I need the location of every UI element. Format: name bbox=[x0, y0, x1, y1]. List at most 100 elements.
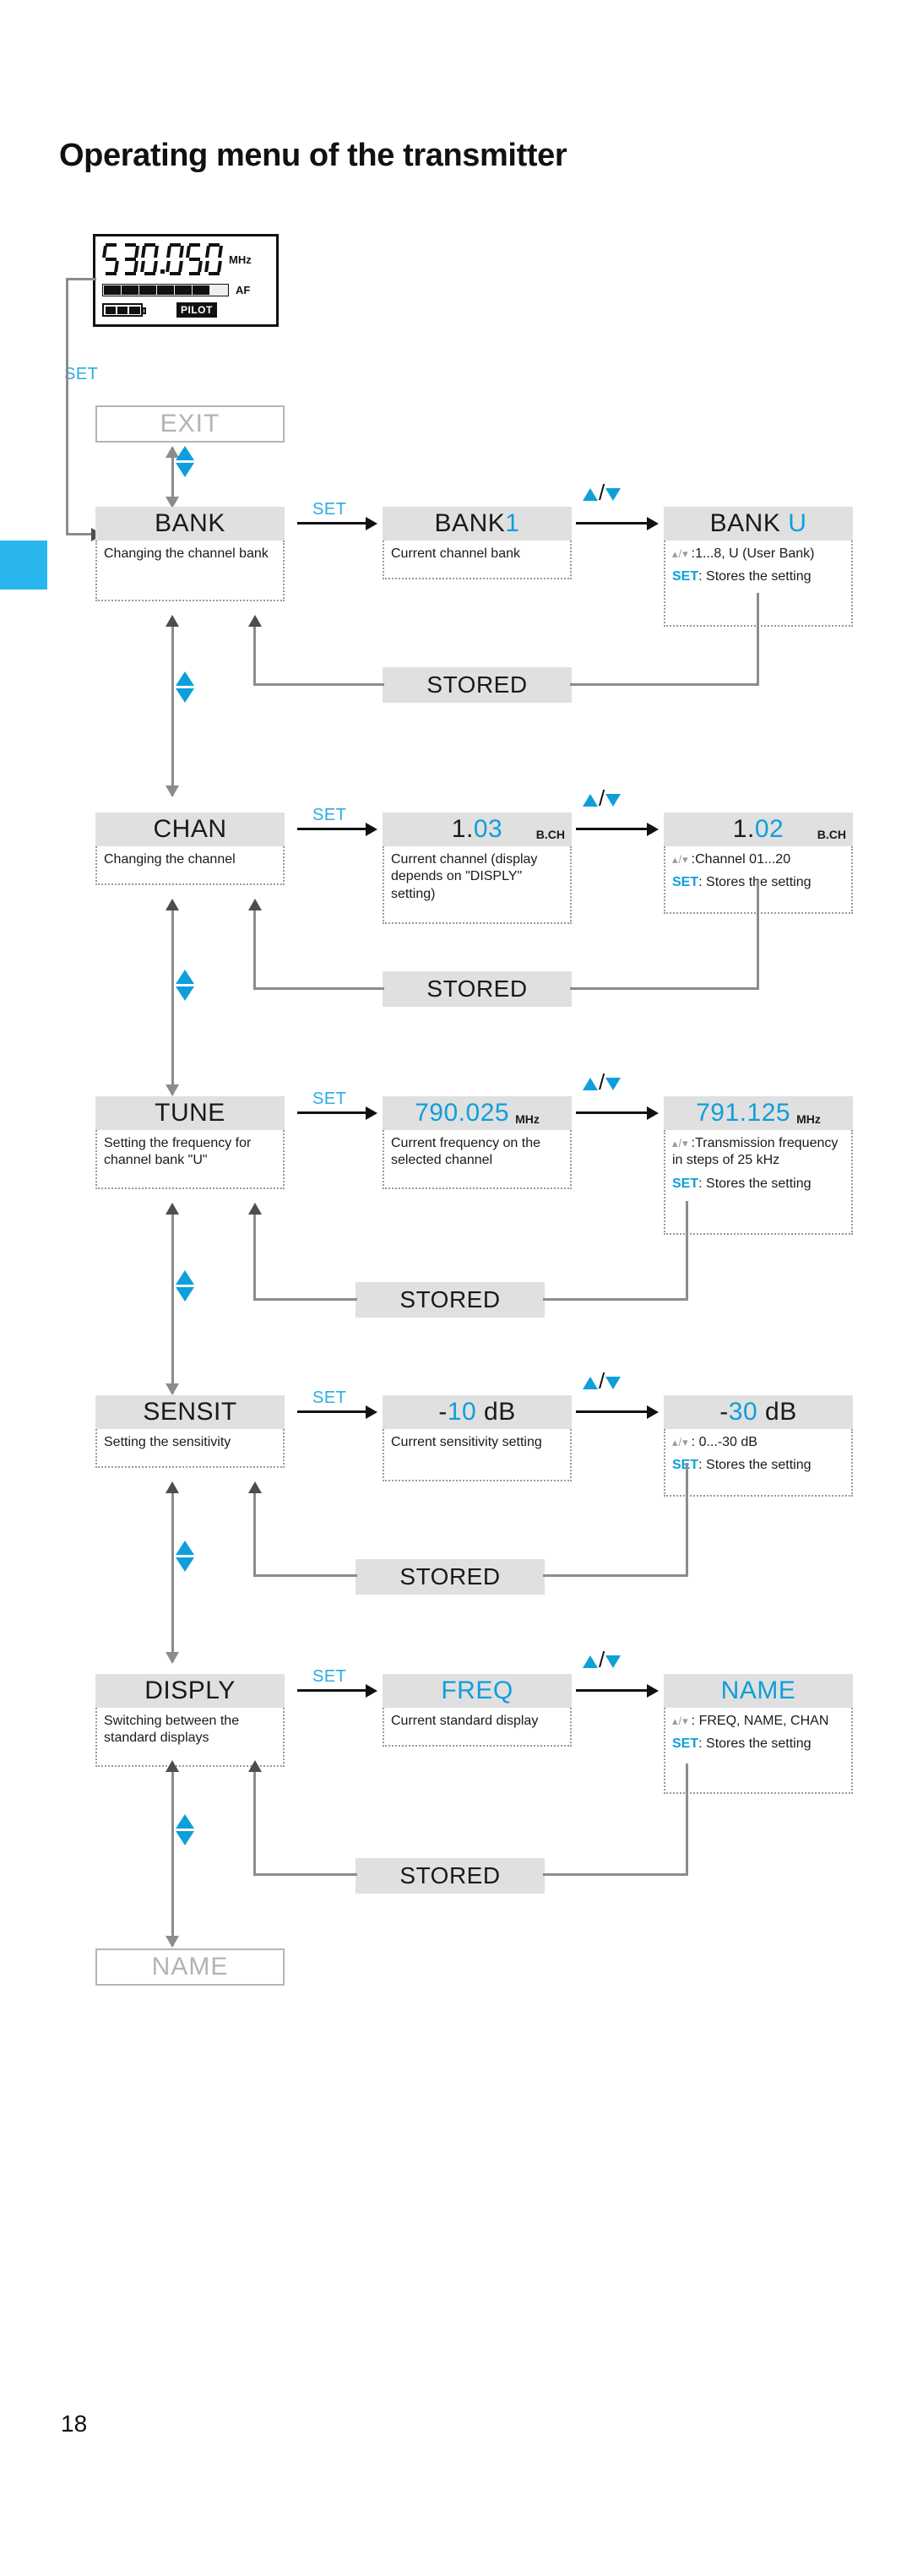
name-node[interactable]: NAME bbox=[95, 1948, 285, 1986]
battery-icon bbox=[102, 303, 146, 317]
value-node-chan[interactable]: 1.03 B.CH Current channel (display depen… bbox=[383, 812, 572, 924]
value-node-sensit-title: -10 dB bbox=[438, 1398, 515, 1427]
set-text: : Stores the setting bbox=[698, 569, 812, 584]
menu-node-tune-head: TUNE bbox=[95, 1096, 285, 1130]
disply-updown-key-label: / bbox=[583, 1649, 622, 1672]
disply-name-link-line bbox=[171, 1772, 174, 1946]
disply-name-updown-keys[interactable] bbox=[176, 1814, 194, 1845]
chan-tune-updown-keys[interactable] bbox=[176, 970, 194, 1001]
value-node-tune[interactable]: 790.025 MHz Current frequency on the sel… bbox=[383, 1096, 572, 1189]
edit-node-chan-range-text: :Channel 01...20 bbox=[691, 852, 791, 867]
tune-stored-left-line bbox=[253, 1298, 357, 1301]
disply-updown-arrowhead-icon bbox=[647, 1684, 659, 1698]
tune-sensit-updown-keys[interactable] bbox=[176, 1270, 194, 1302]
triangle-up-icon bbox=[176, 1541, 194, 1555]
bank-stored-left-riser bbox=[253, 627, 256, 686]
menu-node-sensit[interactable]: SENSIT Setting the sensitivity bbox=[95, 1395, 285, 1468]
value-node-tune-desc: Current frequency on the selected channe… bbox=[383, 1130, 572, 1189]
triangle-up-icon bbox=[176, 446, 194, 460]
disply-stored-arrowhead-icon bbox=[248, 1760, 262, 1772]
triangle-up-icon bbox=[583, 1077, 598, 1090]
value-node-disply[interactable]: FREQ Current standard display bbox=[383, 1674, 572, 1747]
seg-digit bbox=[166, 243, 184, 275]
sensit-link-arrow-down-icon bbox=[166, 1652, 179, 1664]
updown-glyph-icon: ▴/▾ bbox=[672, 1715, 689, 1727]
menu-node-tune-desc: Setting the frequency for channel bank "… bbox=[95, 1130, 285, 1189]
menu-node-bank[interactable]: BANK Changing the channel bank bbox=[95, 507, 285, 601]
set-keyword: SET bbox=[672, 875, 699, 890]
bank-stored-left-line bbox=[253, 683, 384, 686]
edit-node-sensit-range: ▴/▾: 0...-30 dB bbox=[672, 1434, 844, 1451]
edit-node-disply[interactable]: NAME ▴/▾: FREQ, NAME, CHAN SET: Stores t… bbox=[664, 1674, 853, 1794]
triangle-down-icon bbox=[605, 793, 622, 807]
triangle-down-icon bbox=[605, 1655, 622, 1668]
edit-node-disply-body: ▴/▾: FREQ, NAME, CHAN SET: Stores the se… bbox=[664, 1708, 853, 1794]
tune-link-arrow-up-icon bbox=[166, 1203, 179, 1215]
lcd-af-row: AF bbox=[102, 281, 274, 298]
seg-digit bbox=[102, 243, 120, 275]
bank-stored-right-line bbox=[757, 593, 759, 685]
tune-updown-arrow-line bbox=[576, 1111, 650, 1114]
edit-node-sensit-suffix: dB bbox=[757, 1398, 797, 1426]
menu-node-disply-title: DISPLY bbox=[144, 1677, 236, 1704]
tune-stored-left-riser bbox=[253, 1215, 256, 1301]
bank-stored-right-join bbox=[570, 683, 759, 686]
value-node-sensit[interactable]: -10 dB Current sensitivity setting bbox=[383, 1395, 572, 1481]
edit-node-bank-range: ▴/▾:1...8, U (User Bank) bbox=[672, 546, 844, 562]
edit-node-chan-title-text: 1. bbox=[732, 815, 755, 843]
triangle-down-icon bbox=[176, 1831, 194, 1845]
bank-set-arrowhead-icon bbox=[366, 517, 377, 530]
menu-node-tune[interactable]: TUNE Setting the frequency for channel b… bbox=[95, 1096, 285, 1189]
edit-node-disply-range-text: : FREQ, NAME, CHAN bbox=[691, 1714, 829, 1728]
lcd-frequency-row: MHz bbox=[102, 240, 274, 279]
sensit-stored-right-join bbox=[543, 1574, 688, 1577]
set-text: : Stores the setting bbox=[698, 875, 812, 890]
chan-updown-arrowhead-icon bbox=[647, 823, 659, 836]
slash-separator: / bbox=[599, 1069, 605, 1095]
seg-digit bbox=[140, 243, 159, 275]
page-title: Operating menu of the transmitter bbox=[59, 138, 567, 173]
bank-chan-updown-keys[interactable] bbox=[176, 671, 194, 703]
tune-stored-right-line bbox=[686, 1201, 688, 1299]
triangle-up-icon bbox=[583, 487, 598, 501]
set-text: : Stores the setting bbox=[698, 1736, 812, 1752]
sensit-stored-left-line bbox=[253, 1574, 357, 1577]
stored-node-disply: STORED bbox=[356, 1858, 545, 1894]
edit-node-bank-title: BANK U bbox=[710, 509, 807, 538]
slash-separator: / bbox=[599, 480, 605, 505]
edit-node-tune-unit: MHz bbox=[796, 1112, 821, 1126]
edit-node-bank-highlight: U bbox=[788, 509, 807, 537]
sensit-updown-arrowhead-icon bbox=[647, 1405, 659, 1419]
edit-node-disply-head: NAME bbox=[664, 1674, 853, 1708]
updown-glyph-icon: ▴/▾ bbox=[672, 1436, 689, 1448]
sensit-disply-updown-keys[interactable] bbox=[176, 1541, 194, 1572]
edit-node-tune-setline: SET: Stores the setting bbox=[672, 1176, 844, 1193]
disply-link-arrow-up-icon bbox=[166, 1760, 179, 1772]
edit-node-tune-range-text: :Transmission frequency in steps of 25 k… bbox=[672, 1136, 839, 1168]
value-node-tune-head: 790.025 MHz bbox=[383, 1096, 572, 1130]
sensit-link-arrow-up-icon bbox=[166, 1481, 179, 1493]
stored-node-bank: STORED bbox=[383, 667, 572, 703]
chan-stored-left-riser bbox=[253, 910, 256, 990]
disply-stored-left-line bbox=[253, 1873, 357, 1876]
value-node-bank[interactable]: BANK1 Current channel bank bbox=[383, 507, 572, 579]
menu-node-chan[interactable]: CHAN Changing the channel bbox=[95, 812, 285, 885]
exit-node[interactable]: EXIT bbox=[95, 405, 285, 443]
edit-node-bank-setline: SET: Stores the setting bbox=[672, 568, 844, 585]
sensit-disply-link-line bbox=[171, 1493, 174, 1662]
sensit-set-arrowhead-icon bbox=[366, 1405, 377, 1419]
exit-bank-updown-keys[interactable] bbox=[176, 446, 194, 477]
edit-node-tune[interactable]: 791.125 MHz ▴/▾:Transmission frequency i… bbox=[664, 1096, 853, 1235]
entry-bottom-line bbox=[66, 533, 93, 535]
menu-node-disply-head: DISPLY bbox=[95, 1674, 285, 1708]
edit-node-tune-head: 791.125 MHz bbox=[664, 1096, 853, 1130]
menu-node-sensit-title: SENSIT bbox=[143, 1398, 237, 1426]
value-node-bank-desc: Current channel bank bbox=[383, 541, 572, 579]
value-node-sensit-desc: Current sensitivity setting bbox=[383, 1429, 572, 1481]
menu-node-disply[interactable]: DISPLY Switching between the standard di… bbox=[95, 1674, 285, 1767]
bank-updown-arrow-line bbox=[576, 522, 650, 524]
edit-node-sensit[interactable]: -30 dB ▴/▾: 0...-30 dB SET: Stores the s… bbox=[664, 1395, 853, 1497]
value-node-sensit-suffix: dB bbox=[476, 1398, 516, 1426]
disply-set-key-label: SET bbox=[312, 1667, 347, 1686]
sensit-updown-key-label: / bbox=[583, 1370, 622, 1394]
